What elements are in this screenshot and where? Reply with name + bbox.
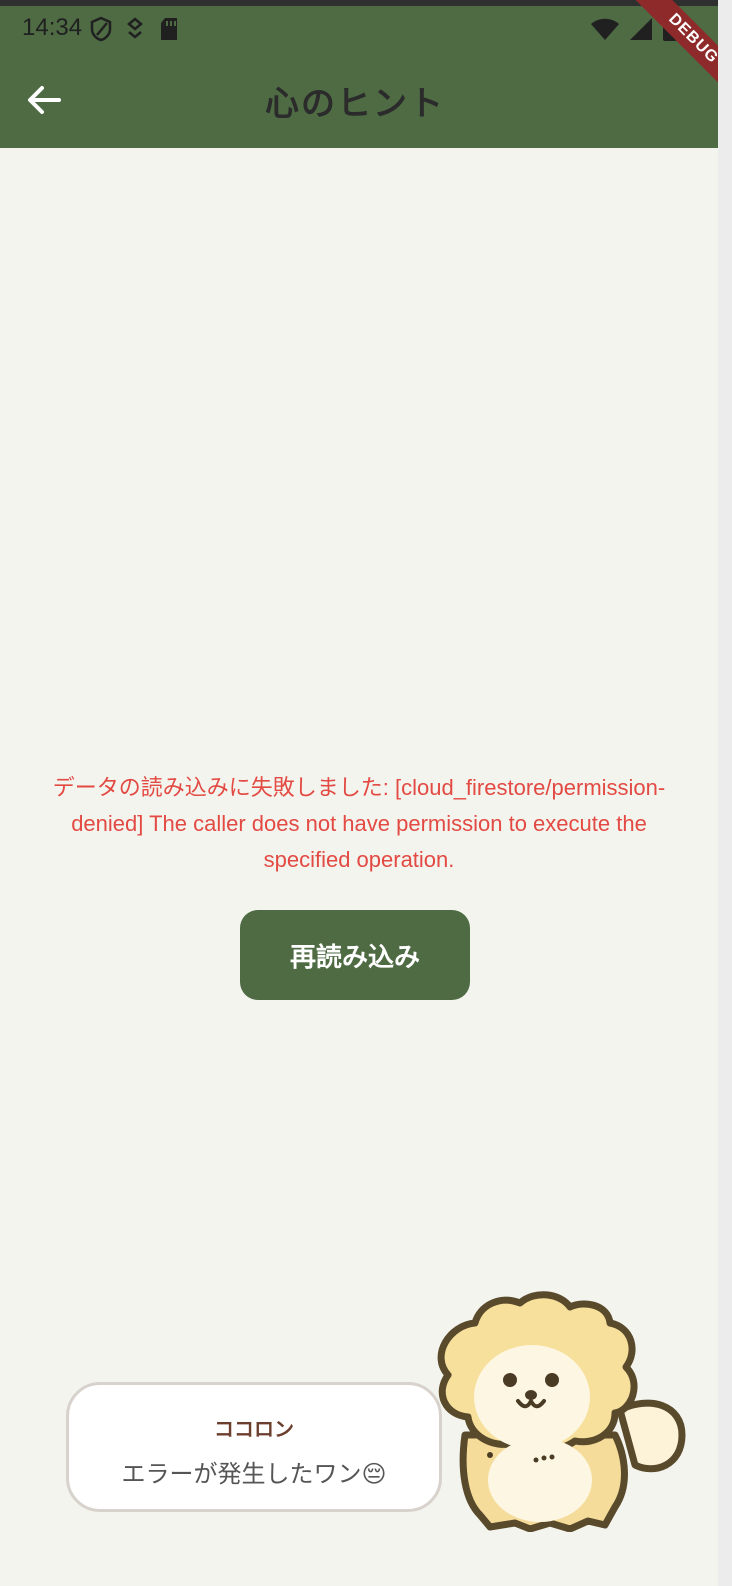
error-message-line: specified operation.: [263, 847, 455, 872]
sd-card-icon: [158, 16, 180, 46]
error-message-line: denied] The caller does not have permiss…: [71, 811, 647, 836]
mascot-dog-illustration: [420, 1285, 700, 1535]
shield-icon: [90, 16, 112, 46]
error-message-line: データの読み込みに失敗しました: [cloud_firestore/permis…: [52, 775, 666, 800]
wifi-icon: [590, 16, 620, 46]
signal-icon: [628, 16, 654, 46]
speech-bubble: ココロン エラーが発生したワン😔: [66, 1382, 442, 1512]
status-icons-left: [90, 16, 180, 46]
app-bar: 心のヒント: [0, 56, 718, 148]
status-icons-right: [590, 16, 678, 46]
reload-button[interactable]: 再読み込み: [240, 910, 470, 1000]
page-title: 心のヒント: [265, 84, 445, 124]
mascot-message: エラーが発生したワン😔: [121, 1460, 387, 1488]
error-message: データの読み込みに失敗しました: [cloud_firestore/permis…: [0, 770, 718, 878]
usb-debug-icon: [124, 16, 146, 46]
bottom-area: [0, 1532, 718, 1586]
window-right-edge: [718, 0, 732, 1586]
status-bar: 14:34: [0, 6, 718, 56]
mascot-name: ココロン: [214, 1417, 294, 1441]
battery-icon: [662, 16, 678, 46]
status-time: 14:34: [22, 14, 83, 41]
